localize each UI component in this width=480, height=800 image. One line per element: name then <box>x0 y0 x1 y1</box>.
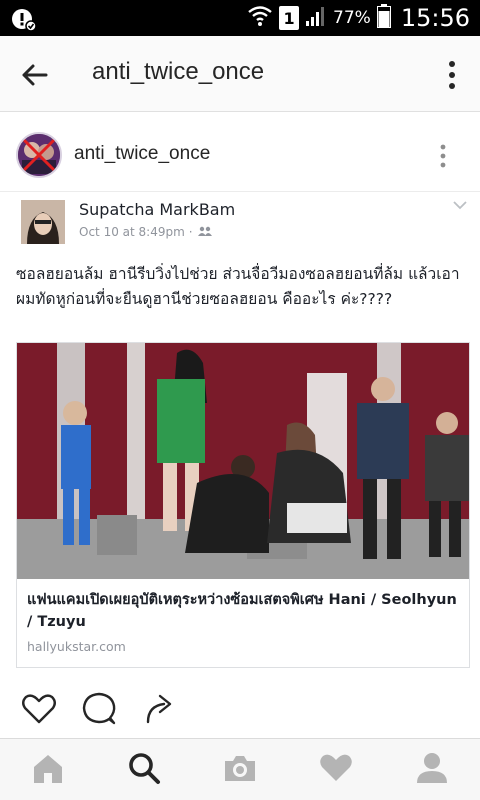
author-avatar <box>21 200 65 244</box>
bottom-nav <box>0 738 480 800</box>
profile-icon[interactable] <box>413 749 451 787</box>
home-icon[interactable] <box>29 749 67 787</box>
more-vertical-icon[interactable] <box>448 58 456 92</box>
link-preview: แฟนแคมเปิดเผยอุบัติเหตุระหว่างซ้อมเสตจพิ… <box>16 342 470 668</box>
avatar[interactable] <box>16 132 62 178</box>
wifi-icon <box>247 4 273 32</box>
meta-separator: · <box>188 225 193 239</box>
page-title: anti_twice_once <box>92 58 265 85</box>
post-username[interactable]: anti_twice_once <box>74 143 210 165</box>
more-vertical-icon[interactable] <box>440 142 446 170</box>
post-actions <box>0 690 480 730</box>
post-meta: Oct 10 at 8:49pm · <box>79 225 213 239</box>
arrow-back-icon[interactable] <box>18 58 52 92</box>
link-domain: hallyukstar.com <box>27 639 126 654</box>
post-image: Supatcha MarkBam Oct 10 at 8:49pm · ซอลฮ… <box>0 194 480 690</box>
heart-icon[interactable] <box>20 690 58 728</box>
signal-icon <box>305 5 327 31</box>
author-name: Supatcha MarkBam <box>79 200 236 219</box>
status-bar: 1 77% 15:56 <box>0 0 480 36</box>
app-bar: anti_twice_once <box>0 36 480 112</box>
share-icon[interactable] <box>140 690 178 728</box>
comment-icon[interactable] <box>80 690 118 728</box>
notification-icon <box>10 6 38 32</box>
battery-percent: 77% <box>333 8 371 28</box>
post-date: Oct 10 at 8:49pm <box>79 225 185 239</box>
camera-icon[interactable] <box>221 749 259 787</box>
sim-icon: 1 <box>279 6 300 30</box>
friends-icon <box>197 225 213 239</box>
search-icon[interactable] <box>125 749 163 787</box>
activity-heart-icon[interactable] <box>317 749 355 787</box>
clock: 15:56 <box>400 4 470 32</box>
post-header: anti_twice_once <box>0 120 480 192</box>
battery-icon <box>376 4 391 32</box>
link-photo <box>17 343 469 579</box>
link-title[interactable]: แฟนแคมเปิดเผยอุบัติเหตุระหว่างซ้อมเสตจพิ… <box>27 589 457 633</box>
chevron-down-icon <box>452 196 468 210</box>
post-text: ซอลฮยอนล้ม ฮานีรีบวิ่งไปช่วย ส่วนจื่อวีม… <box>16 265 460 308</box>
